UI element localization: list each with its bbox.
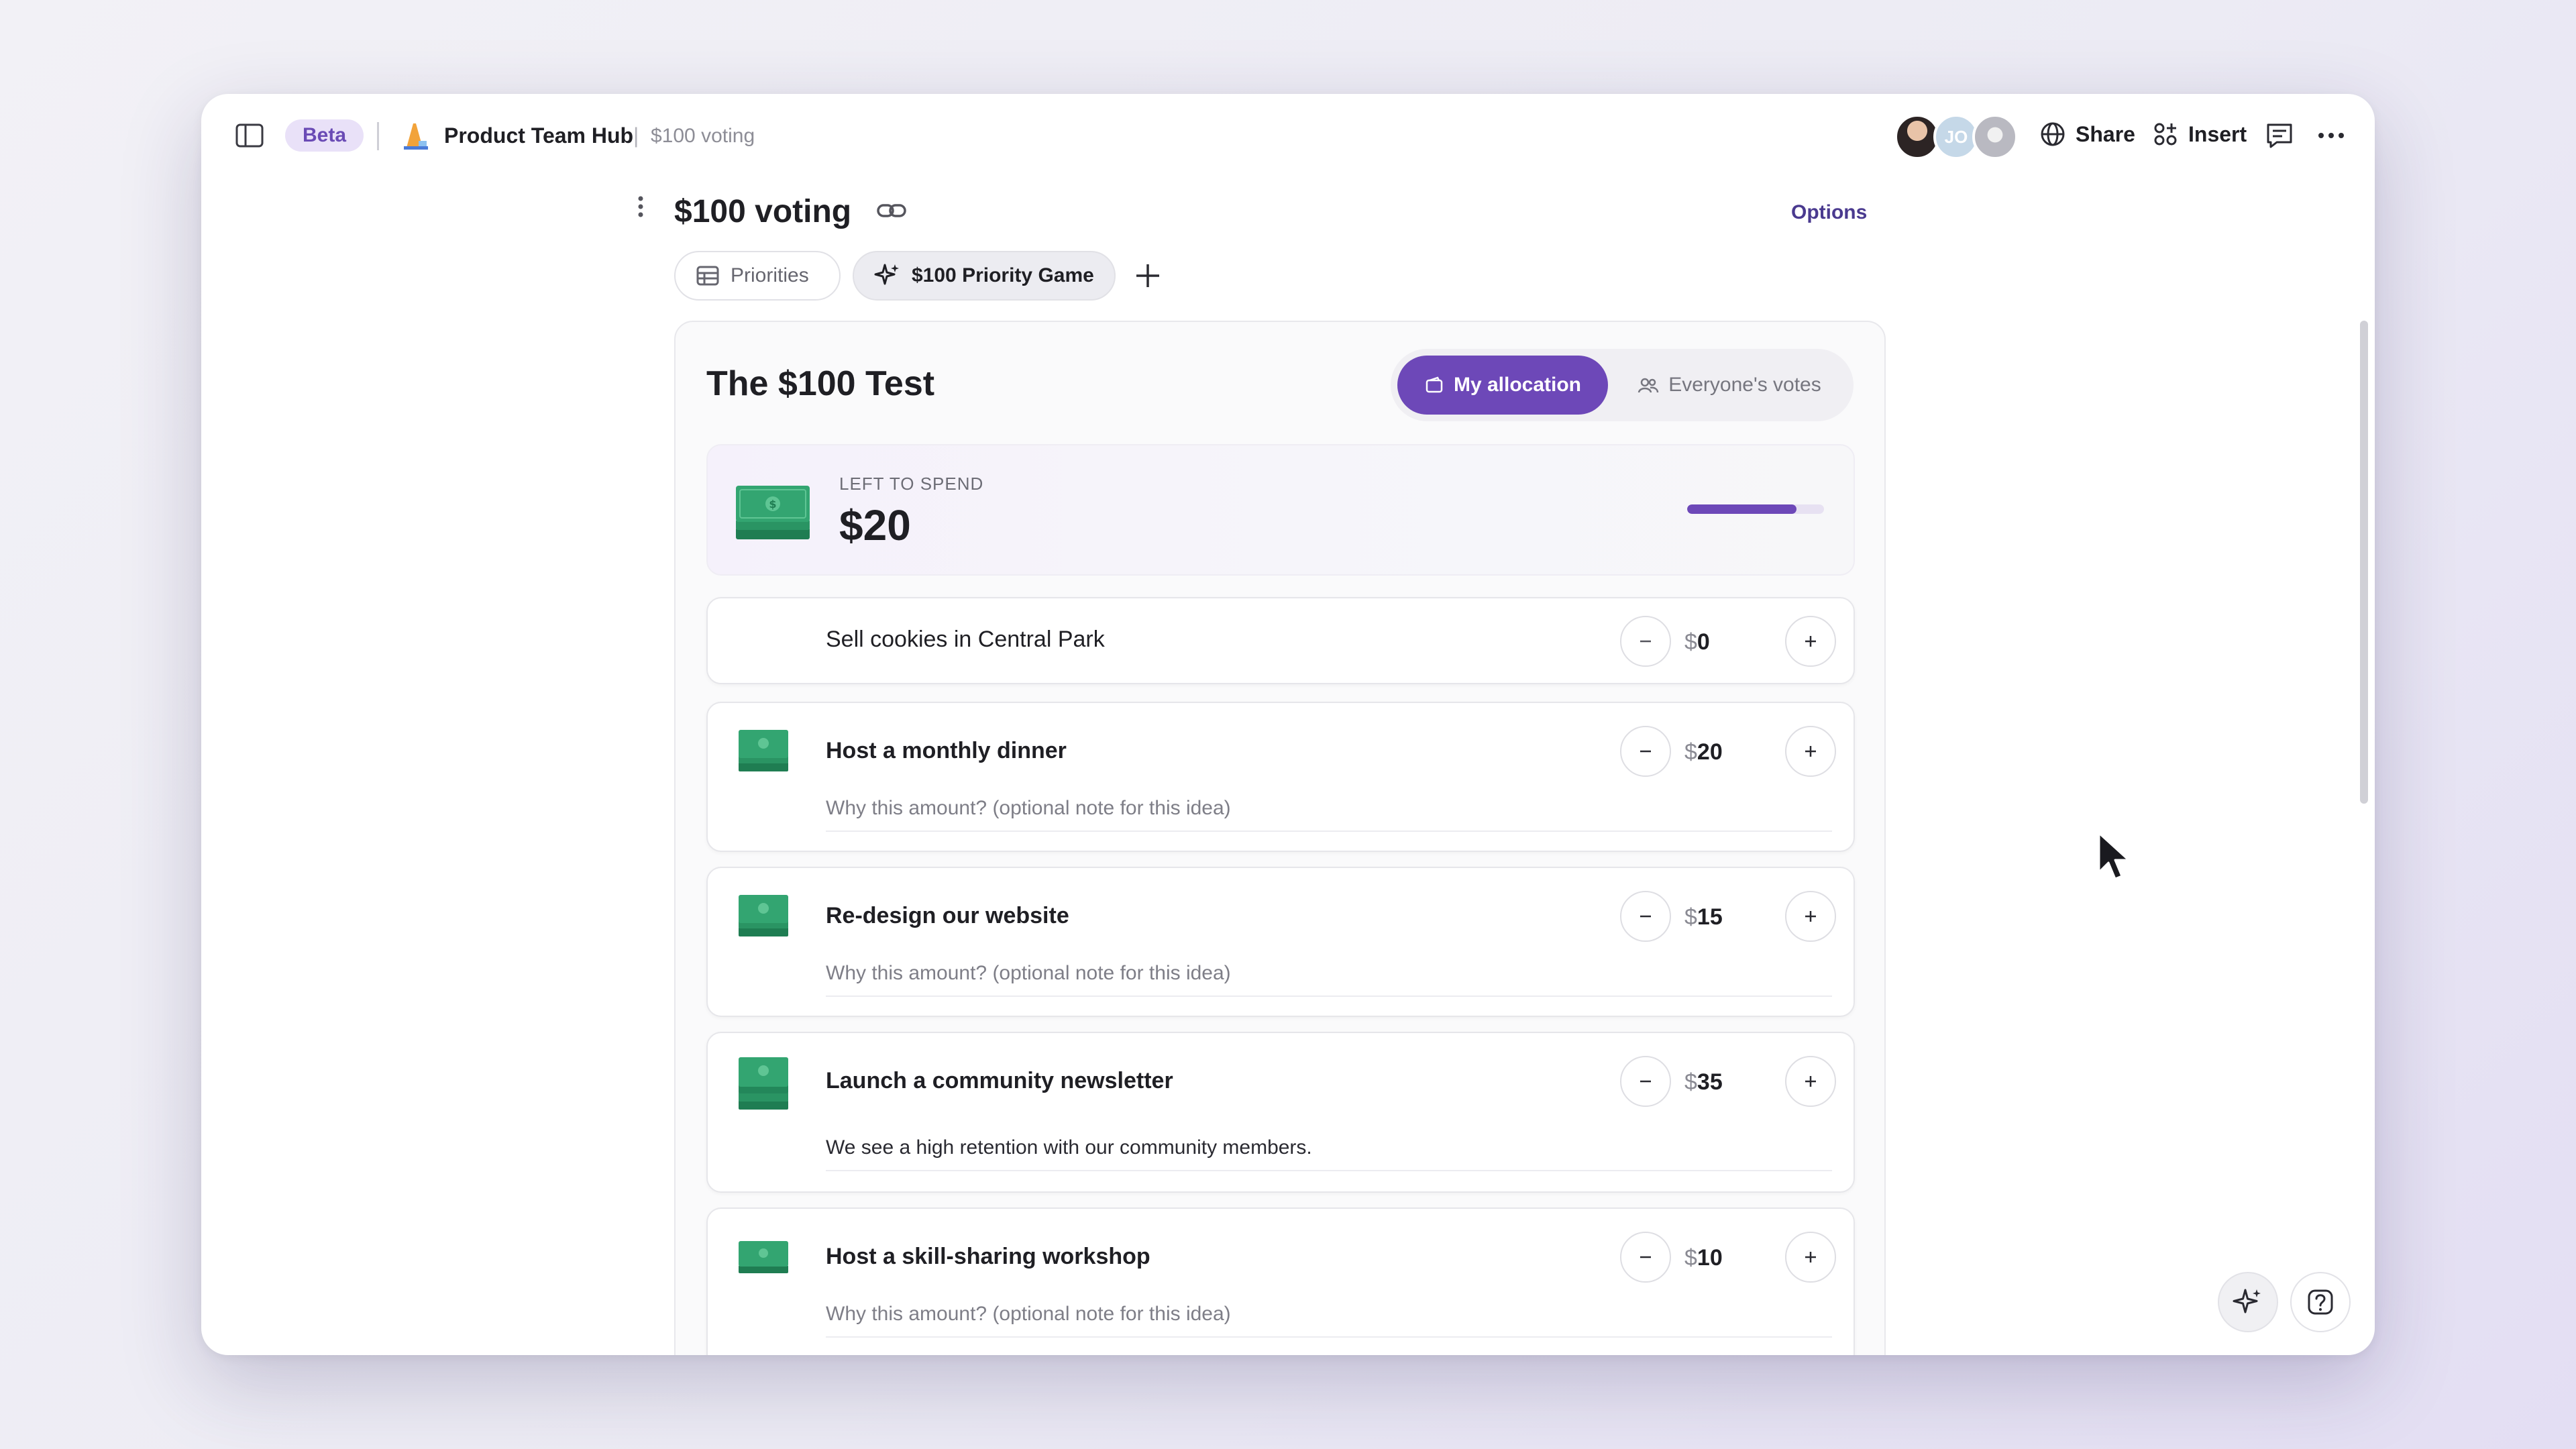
plus-icon	[1805, 1252, 1816, 1263]
idea-name: Launch a community newsletter	[826, 1068, 1173, 1093]
minus-icon	[1640, 915, 1651, 918]
help-button[interactable]	[2290, 1272, 2351, 1332]
decrease-button[interactable]	[1620, 616, 1671, 667]
minus-icon	[1640, 1080, 1651, 1083]
idea-note-input[interactable]: Why this amount? (optional note for this…	[826, 797, 1832, 832]
breadcrumb-separator: |	[633, 123, 639, 148]
left-to-spend-panel: $ LEFT TO SPEND $20	[706, 444, 1855, 576]
wallet-icon	[1426, 376, 1443, 393]
money-stack-icon	[739, 730, 788, 771]
idea-row: Host a monthly dinner $20 Why this amoun…	[706, 702, 1855, 852]
sidebar-toggle-icon[interactable]	[235, 122, 264, 149]
idea-row: Host a skill-sharing workshop $10 Why th…	[706, 1208, 1855, 1355]
decrease-button[interactable]	[1620, 726, 1671, 777]
increase-button[interactable]	[1785, 616, 1836, 667]
allocation-amount: $15	[1684, 904, 1723, 930]
segment-label: Everyone's votes	[1668, 374, 1821, 396]
increase-button[interactable]	[1785, 891, 1836, 942]
sparkle-icon	[2233, 1289, 2261, 1313]
decrease-button[interactable]	[1620, 1056, 1671, 1107]
tab-label: Priorities	[731, 264, 809, 286]
options-button[interactable]: Options	[1791, 201, 1867, 224]
allocation-amount: $0	[1684, 629, 1710, 655]
tab-label: $100 Priority Game	[912, 264, 1094, 286]
hub-emoji-icon	[402, 121, 429, 150]
idea-row: Sell cookies in Central Park $0	[706, 597, 1855, 684]
idea-name: Host a skill-sharing workshop	[826, 1244, 1150, 1269]
insert-grid-icon	[2154, 123, 2177, 146]
beta-badge: Beta	[285, 119, 364, 152]
idea-name: Sell cookies in Central Park	[826, 627, 1105, 652]
mouse-cursor-icon	[2098, 832, 2130, 880]
table-icon	[696, 266, 719, 286]
money-stack-icon	[739, 1241, 788, 1273]
decrease-button[interactable]	[1620, 891, 1671, 942]
allocation-amount: $20	[1684, 739, 1723, 765]
idea-note-input[interactable]: We see a high retention with our communi…	[826, 1136, 1832, 1171]
plus-icon	[1805, 1076, 1816, 1087]
minus-icon	[1640, 1256, 1651, 1258]
minus-icon	[1640, 750, 1651, 753]
link-icon[interactable]	[875, 197, 908, 224]
increase-button[interactable]	[1785, 1232, 1836, 1283]
divider	[377, 122, 379, 150]
app-window: Beta Product Team Hub | $100 voting JO S…	[201, 94, 2375, 1355]
people-icon	[1638, 378, 1659, 393]
svg-text:$: $	[769, 498, 776, 511]
share-label: Share	[2076, 121, 2135, 146]
allocation-amount: $35	[1684, 1069, 1723, 1095]
segment-label: My allocation	[1453, 374, 1582, 396]
everyones-votes-tab[interactable]: Everyone's votes	[1612, 356, 1847, 415]
idea-name: Host a monthly dinner	[826, 738, 1067, 763]
increase-button[interactable]	[1785, 1056, 1836, 1107]
tab-priorities[interactable]: Priorities	[674, 251, 841, 301]
page-title[interactable]: $100 voting	[674, 193, 851, 230]
plus-icon	[1805, 911, 1816, 922]
add-tab-icon[interactable]	[1132, 260, 1163, 291]
share-button[interactable]: Share	[2039, 121, 2135, 148]
help-icon	[2308, 1289, 2333, 1315]
view-switcher: My allocation Everyone's votes	[1391, 349, 1854, 421]
sparkle-icon	[874, 264, 899, 285]
more-options-icon[interactable]	[2314, 121, 2348, 150]
allocation-amount: $10	[1684, 1245, 1723, 1271]
money-stack-icon	[739, 895, 788, 936]
ai-assistant-button[interactable]	[2218, 1272, 2278, 1332]
my-allocation-tab[interactable]: My allocation	[1397, 356, 1608, 415]
tab-priority-game[interactable]: $100 Priority Game	[853, 251, 1116, 301]
breadcrumb-current[interactable]: $100 voting	[651, 125, 755, 148]
avatar[interactable]	[1972, 114, 2018, 160]
plus-icon	[1805, 746, 1816, 757]
idea-row: Re-design our website $15 Why this amoun…	[706, 867, 1855, 1017]
idea-note-input[interactable]: Why this amount? (optional note for this…	[826, 962, 1832, 997]
money-stack-icon: $	[736, 486, 810, 539]
minus-icon	[1640, 640, 1651, 643]
top-bar: Beta Product Team Hub | $100 voting JO S…	[201, 94, 2375, 177]
comment-icon[interactable]	[2265, 121, 2294, 150]
insert-label: Insert	[2188, 121, 2247, 146]
game-title: The $100 Test	[706, 364, 935, 403]
plus-icon	[1805, 636, 1816, 647]
priority-game-card: The $100 Test My allocation Everyone's v…	[674, 321, 1886, 1355]
idea-row: Launch a community newsletter $35 We see…	[706, 1032, 1855, 1193]
budget-progress-fill	[1687, 504, 1797, 514]
idea-note-input[interactable]: Why this amount? (optional note for this…	[826, 1303, 1832, 1338]
globe-icon	[2041, 122, 2065, 146]
decrease-button[interactable]	[1620, 1232, 1671, 1283]
insert-button[interactable]: Insert	[2152, 121, 2247, 148]
money-stack-icon	[739, 1057, 788, 1110]
hub-title[interactable]: Product Team Hub	[444, 123, 633, 148]
left-to-spend-label: LEFT TO SPEND	[839, 474, 984, 494]
scrollbar[interactable]	[2360, 321, 2368, 804]
budget-progress-bar	[1687, 504, 1824, 514]
idea-name: Re-design our website	[826, 903, 1069, 928]
increase-button[interactable]	[1785, 726, 1836, 777]
block-handle-icon[interactable]	[634, 195, 647, 221]
left-to-spend-value: $20	[839, 501, 911, 549]
